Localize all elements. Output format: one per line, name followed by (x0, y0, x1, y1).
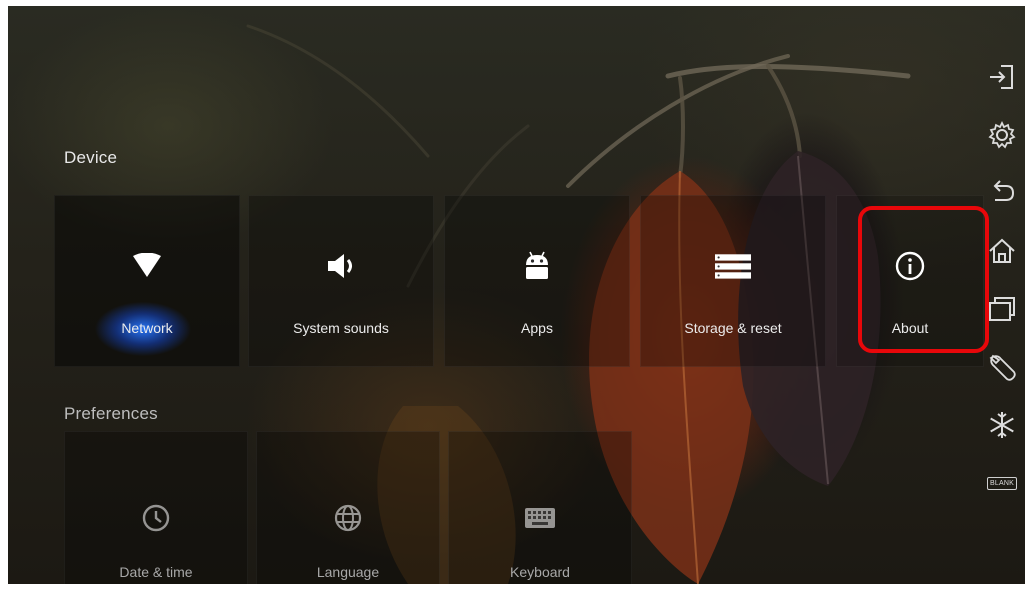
input-source-button[interactable] (983, 58, 1021, 96)
multitask-icon (989, 297, 1015, 321)
speaker-icon (323, 248, 359, 284)
tile-label: Keyboard (510, 564, 570, 580)
tile-label: Network (121, 320, 173, 336)
blank-screen-icon: BLANK (987, 476, 1017, 490)
globe-icon (330, 500, 366, 536)
side-quick-rail: BLANK (979, 58, 1025, 538)
back-icon (993, 180, 1015, 201)
tile-storage-reset[interactable]: Storage & reset (640, 195, 826, 367)
tile-date-time[interactable]: Date & time (64, 431, 248, 584)
back-button[interactable] (983, 174, 1021, 212)
section-title-preferences: Preferences (64, 404, 158, 423)
multitask-button[interactable] (983, 290, 1021, 328)
section-title-device: Device (64, 148, 118, 167)
preferences-row: Date & time Language Keyboard (54, 431, 634, 584)
home-button[interactable] (983, 232, 1021, 270)
tile-label: Apps (521, 320, 553, 336)
clock-icon (138, 500, 174, 536)
freeze-button[interactable] (983, 406, 1021, 444)
tile-label: Language (316, 564, 380, 580)
tile-apps[interactable]: Apps (444, 195, 630, 367)
storage-icon (715, 248, 751, 284)
keyboard-icon (522, 500, 558, 536)
wifi-icon (129, 248, 165, 284)
tile-language[interactable]: Language (256, 431, 440, 584)
settings-button[interactable] (983, 116, 1021, 154)
freeze-icon (990, 412, 1014, 438)
android-icon (519, 248, 555, 284)
wrench-icon (989, 354, 1016, 381)
tools-button[interactable] (983, 348, 1021, 386)
blank-screen-button[interactable]: BLANK (983, 464, 1021, 502)
home-icon (989, 238, 1015, 263)
about-highlight-box (858, 206, 989, 353)
android-tv-settings-screen: Device Network System sounds Apps Storag… (8, 6, 1025, 584)
tile-keyboard[interactable]: Keyboard (448, 431, 632, 584)
tile-system-sounds[interactable]: System sounds (248, 195, 434, 367)
tile-label: System sounds (293, 320, 389, 336)
device-settings-row: Network System sounds Apps Storage & res… (54, 195, 984, 374)
tile-label: Date & time (119, 564, 193, 580)
tile-network[interactable]: Network (54, 195, 240, 374)
settings-gear-icon (988, 120, 1016, 149)
tile-label: Storage & reset (684, 320, 782, 336)
input-source-icon (990, 65, 1013, 89)
